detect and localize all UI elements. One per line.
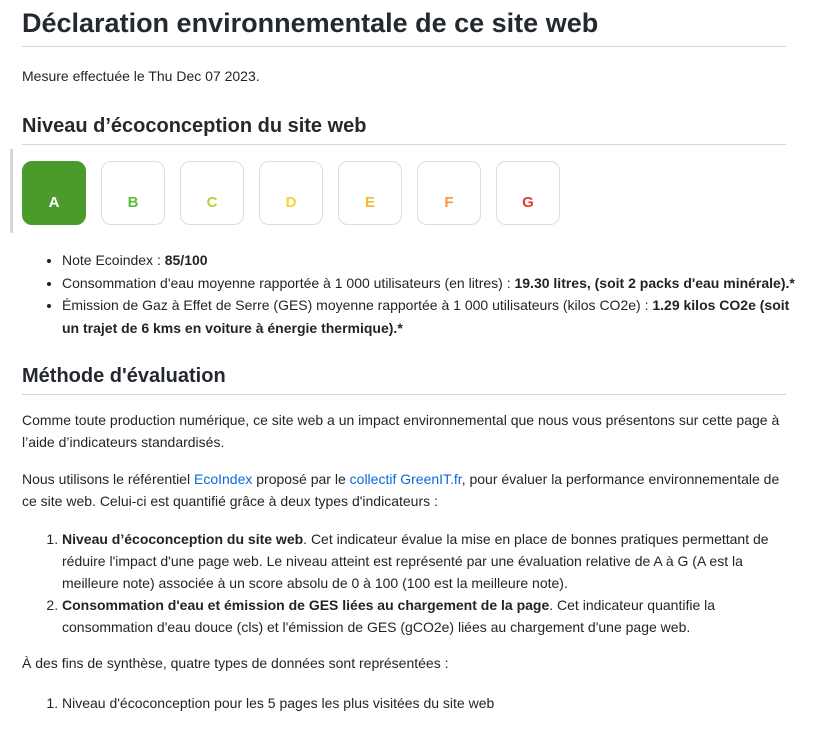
- page-title: Déclaration environnementale de ce site …: [22, 0, 786, 47]
- greenit-link[interactable]: collectif GreenIT.fr: [350, 471, 462, 487]
- reference-paragraph: Nous utilisons le référentiel EcoIndex p…: [22, 471, 780, 509]
- summary-paragraph: À des fins de synthèse, quatre types de …: [22, 655, 449, 671]
- criteria-list: Niveau d’écoconception du site web. Cet …: [22, 528, 782, 638]
- grade-letter: A: [48, 194, 60, 211]
- grade-scale: A B C D E F G: [10, 149, 804, 233]
- list-item-score: Note Ecoindex : 85/100: [62, 249, 804, 272]
- grade-b: B: [101, 161, 165, 225]
- grade-letter: E: [364, 194, 375, 211]
- grade-letter: C: [206, 194, 218, 211]
- method-heading: Méthode d'évaluation: [22, 365, 786, 395]
- measure-date: Mesure effectuée le Thu Dec 07 2023.: [22, 68, 260, 84]
- level-heading: Niveau d’écoconception du site web: [22, 115, 786, 145]
- grade-f: F: [417, 161, 481, 225]
- list-item-criterion-consumption: Consommation d'eau et émission de GES li…: [62, 594, 782, 638]
- grade-letter: G: [522, 194, 534, 211]
- page: Déclaration environnementale de ce site …: [0, 0, 826, 714]
- list-item-ghg: Émission de Gaz à Effet de Serre (GES) m…: [62, 294, 804, 339]
- grade-letter: F: [444, 194, 454, 211]
- grade-a: A: [22, 161, 86, 225]
- grade-scale-bar: [10, 149, 13, 233]
- results-list: Note Ecoindex : 85/100 Consommation d'ea…: [22, 249, 804, 339]
- grade-letter: B: [127, 194, 139, 211]
- list-item-water: Consommation d'eau moyenne rapportée à 1…: [62, 272, 804, 295]
- ecoindex-link[interactable]: EcoIndex: [194, 471, 252, 487]
- intro-paragraph: Comme toute production numérique, ce sit…: [22, 412, 780, 450]
- list-item-data-type: Niveau d'écoconception pour les 5 pages …: [62, 692, 804, 714]
- grade-letter: D: [285, 194, 297, 211]
- grade-d: D: [259, 161, 323, 225]
- list-item-criterion-level: Niveau d’écoconception du site web. Cet …: [62, 528, 782, 594]
- grade-e: E: [338, 161, 402, 225]
- data-types-list: Niveau d'écoconception pour les 5 pages …: [22, 692, 804, 714]
- grade-g: G: [496, 161, 560, 225]
- grade-c: C: [180, 161, 244, 225]
